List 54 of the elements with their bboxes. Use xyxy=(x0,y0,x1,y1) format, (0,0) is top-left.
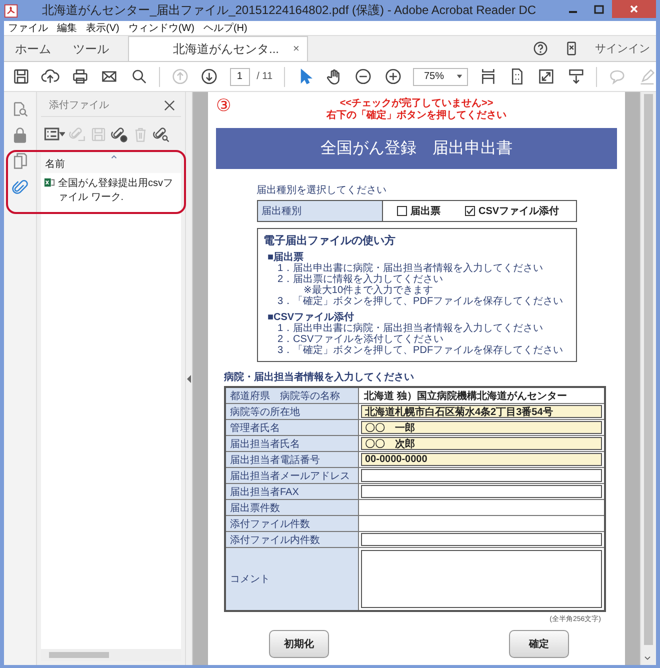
menu-item[interactable]: ウィンドウ(W) xyxy=(128,21,194,35)
input-field[interactable]: 〇〇 次郎 xyxy=(361,437,602,450)
confirm-button[interactable]: 確定 xyxy=(509,630,569,658)
file-name[interactable]: 全国がん登録提出用csvファイル ワーク. xyxy=(58,176,178,204)
instruction-step: 2．届出票に情報を入力してください xyxy=(278,274,570,285)
tab[interactable]: ツール xyxy=(62,36,120,61)
page-number-field[interactable]: 1 xyxy=(230,68,250,86)
instruction-step: 2．CSVファイルを添付してください xyxy=(278,334,570,345)
window-title: 北海道がんセンター_届出ファイル_20151224164802.pdf (保護) - Adobe Acrobat Reader DC xyxy=(40,2,538,19)
panel-title: 添付ファイル xyxy=(49,99,109,112)
reset-button[interactable]: 初期化 xyxy=(269,630,329,658)
instruction-step: 1．届出申出書に病院・届出担当者情報を入力してください xyxy=(278,323,570,334)
column-header[interactable]: 名前 xyxy=(45,159,65,170)
instruction-note: ※最大10件まで入力できます xyxy=(304,285,434,296)
field-value: 北海道 独）国立病院機構北海道がんセンター xyxy=(363,389,568,402)
input-field[interactable]: 〇〇 一郎 xyxy=(361,421,602,434)
warning-text: <<チェックが完了していません>> xyxy=(340,98,494,109)
form-title: 全国がん登録 届出申出書 xyxy=(216,128,617,169)
tab-close-button[interactable]: × xyxy=(293,43,300,55)
menu-item[interactable]: 編集 xyxy=(57,21,77,35)
field-label: 添付ファイル内件数 xyxy=(225,532,358,548)
field-label: 届出担当者電話番号 xyxy=(225,452,358,468)
menu-item[interactable]: ヘルプ(H) xyxy=(203,21,248,35)
checkbox-label: CSVファイル添付 xyxy=(478,204,560,218)
field-label: 管理者氏名 xyxy=(225,420,358,436)
field-label: 届出担当者氏名 xyxy=(225,436,358,452)
field-label: 届出担当者メールアドレス xyxy=(225,468,358,484)
zoom-dropdown[interactable]: 75% xyxy=(413,68,468,86)
page-count: / 11 xyxy=(256,71,273,82)
field-label: コメント xyxy=(225,548,358,611)
instructions-heading: ■届出票 xyxy=(268,252,304,263)
instruction-step: 1．届出申出書に病院・届出担当者情報を入力してください xyxy=(278,263,570,274)
warning-text: 右下の「確定」ボタンを押してください xyxy=(326,110,506,122)
instructions-title: 電子届出ファイルの使い方 xyxy=(264,234,396,248)
menu-item[interactable]: 表示(V) xyxy=(86,21,120,35)
section-heading: 届出種別を選択してください xyxy=(256,184,388,197)
field-label: 添付ファイル件数 xyxy=(225,516,358,532)
instruction-step: 3．「確定」ボタンを押して、PDFファイルを保存してください xyxy=(278,296,570,307)
instructions-heading: ■CSVファイル添付 xyxy=(268,312,354,323)
field-label: 届出票件数 xyxy=(225,500,358,516)
sign-in-link[interactable]: サインイン xyxy=(595,41,650,56)
field-label: 届出種別 xyxy=(258,201,382,221)
field-label: 都道府県 病院等の名称 xyxy=(225,387,358,404)
checkbox-label: 届出票 xyxy=(410,204,440,218)
tab[interactable]: ホーム xyxy=(4,36,62,61)
instruction-step: 3．「確定」ボタンを押して、PDFファイルを保存してください xyxy=(278,345,570,356)
step-marker: ③ xyxy=(216,96,232,116)
input-field[interactable]: 00-0000-0000 xyxy=(361,453,602,466)
input-field[interactable]: 北海道札幌市白石区菊水4条2丁目3番54号 xyxy=(361,405,602,418)
menu-item[interactable]: ファイル xyxy=(8,21,48,35)
field-label: 届出担当者FAX xyxy=(225,484,358,500)
section-heading: 病院・届出担当者情報を入力してください xyxy=(224,370,415,384)
field-label: 病院等の所在地 xyxy=(225,404,358,420)
tab[interactable]: 北海道がんセンタ... × xyxy=(128,36,308,61)
